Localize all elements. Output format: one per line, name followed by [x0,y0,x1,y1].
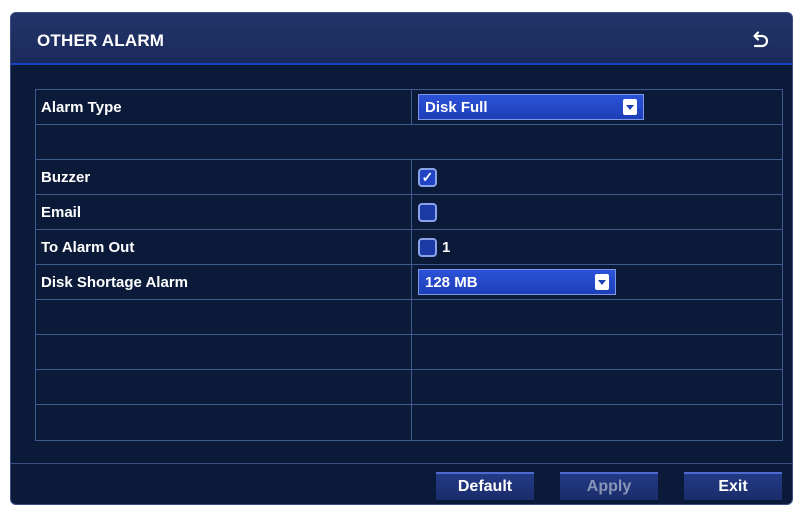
disk-shortage-value: 128 MB [425,273,478,291]
row-empty [36,405,782,440]
buzzer-label: Buzzer [36,160,412,194]
alarm-out-channel-label: 1 [442,238,451,256]
row-empty [36,335,782,370]
dropdown-arrow-icon [595,274,609,290]
row-to-alarm-out: To Alarm Out 1 [36,230,782,265]
return-arrow-icon[interactable] [750,30,770,50]
button-bar: Default Apply Exit [11,463,792,504]
row-buzzer: Buzzer ✓ [36,160,782,195]
buzzer-checkbox[interactable]: ✓ [418,167,437,187]
row-alarm-type: Alarm Type Disk Full [36,90,782,125]
default-button[interactable]: Default [436,472,534,500]
dropdown-arrow-icon [623,99,637,115]
title-bar: OTHER ALARM [11,13,792,65]
row-disk-shortage: Disk Shortage Alarm 128 MB [36,265,782,300]
to-alarm-out-label: To Alarm Out [36,230,412,264]
window-title: OTHER ALARM [37,31,165,50]
exit-button[interactable]: Exit [684,472,782,500]
row-empty [36,300,782,335]
alarm-type-label: Alarm Type [36,90,412,124]
disk-shortage-label: Disk Shortage Alarm [36,265,412,299]
row-empty [36,125,782,160]
email-checkbox[interactable] [418,202,437,222]
apply-button[interactable]: Apply [560,472,658,500]
disk-shortage-select[interactable]: 128 MB [418,269,616,295]
row-empty [36,370,782,405]
alarm-type-select[interactable]: Disk Full [418,94,644,120]
alarm-out-1-checkbox[interactable] [418,237,437,257]
email-label: Email [36,195,412,229]
row-email: Email [36,195,782,230]
settings-grid: Alarm Type Disk Full Buzzer ✓ Email To A… [35,89,783,441]
alarm-type-value: Disk Full [425,98,488,116]
other-alarm-window: OTHER ALARM Alarm Type Disk Full Buzzer … [10,12,793,505]
